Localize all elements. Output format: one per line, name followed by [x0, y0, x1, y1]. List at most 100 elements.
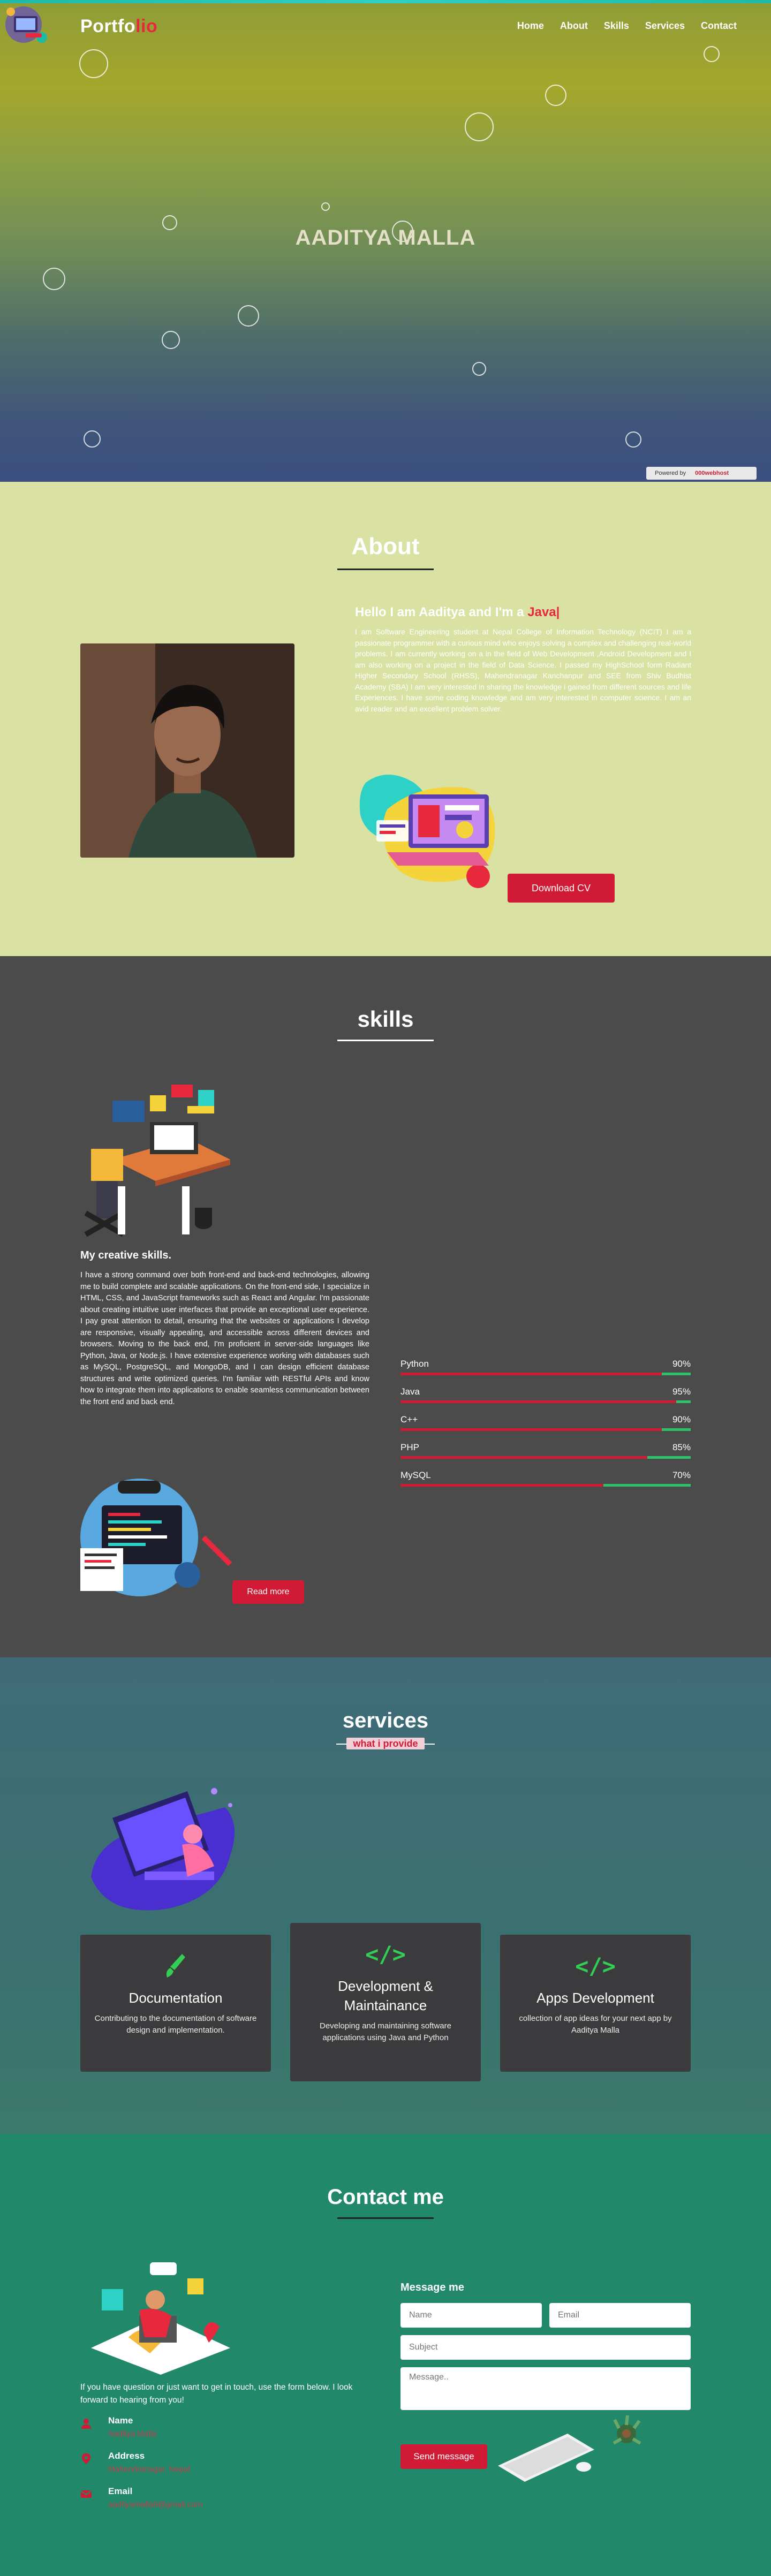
brand-part1: Portfo [80, 16, 136, 36]
bubble [465, 112, 494, 141]
skill-percent: 90% [672, 1359, 691, 1369]
skill-fill [400, 1456, 647, 1459]
nav-link-contact[interactable]: Contact [701, 20, 737, 32]
service-card-title: Apps Development [536, 1990, 654, 2006]
skill-bar: C++ 90% [400, 1414, 691, 1442]
bubble [238, 305, 259, 327]
coding-illustration-icon [80, 1479, 232, 1596]
skill-name: Python [400, 1359, 429, 1369]
services-tag: what i provide [336, 1738, 435, 1751]
skill-fill [400, 1428, 662, 1431]
name-input[interactable] [400, 2303, 542, 2328]
hero-section: AADITYA MALLA Powered by 000webhost [0, 0, 771, 482]
about-section: About Hello I am Aaditya and I'm a Java|… [0, 482, 771, 956]
bubble [162, 331, 180, 349]
skill-name: C++ [400, 1414, 418, 1425]
tag-line-right [424, 1744, 435, 1745]
subject-input[interactable] [400, 2335, 691, 2360]
services-tag-label: what i provide [346, 1738, 425, 1749]
skill-bar: Java 95% [400, 1387, 691, 1414]
bubble [79, 49, 108, 78]
info-value: Aaditya Malla [108, 2429, 157, 2438]
about-hello: Hello I am Aaditya and I'm a Java| [355, 605, 560, 620]
skill-fill [400, 1400, 676, 1403]
developer-illustration-icon [359, 775, 495, 888]
person-icon [80, 643, 294, 858]
top-accent-line [0, 0, 771, 3]
info-label: Address [108, 2451, 145, 2461]
service-card-text: Developing and maintaining software appl… [320, 2021, 451, 2042]
brush-icon [93, 1952, 258, 1981]
skills-section: skills My creative skills. I have a stro… [0, 956, 771, 1657]
service-card-text: Contributing to the documentation of sof… [94, 2014, 257, 2035]
typed-role: Java| [527, 605, 560, 619]
service-card-development[interactable]: </> Development & Maintainance Developin… [290, 1923, 481, 2081]
skill-track [400, 1373, 691, 1375]
bubble [321, 202, 330, 211]
powered-label: Powered by [655, 470, 686, 476]
skill-name: PHP [400, 1442, 419, 1452]
skill-bar: Python 90% [400, 1359, 691, 1387]
about-title: About [351, 533, 420, 559]
brand-logo[interactable]: Portfolio [80, 16, 157, 37]
read-more-button[interactable]: Read more [232, 1580, 304, 1604]
contact-title: Contact me [327, 2185, 444, 2209]
brand-part2: lio [135, 16, 158, 36]
workspace-illustration-icon [84, 1085, 230, 1237]
code-icon: </> [365, 1941, 406, 1967]
skill-bar: PHP 85% [400, 1442, 691, 1470]
bubble [84, 430, 101, 448]
code-icon: </> [575, 1953, 616, 1979]
user-icon [81, 2419, 91, 2429]
skills-title: skills [357, 1006, 414, 1032]
skill-name: MySQL [400, 1470, 431, 1480]
send-message-button[interactable]: Send message [400, 2444, 487, 2469]
skills-title-underline [337, 1040, 434, 1041]
service-card-apps[interactable]: </> Apps Development collection of app i… [500, 1935, 691, 2072]
nav-link-services[interactable]: Services [645, 20, 685, 32]
contact-info-address: Address Mahendranagar, Nepal [80, 2451, 348, 2483]
service-card-documentation[interactable]: Documentation Contributing to the docume… [80, 1935, 271, 2072]
nav-link-home[interactable]: Home [517, 20, 544, 32]
nav-link-about[interactable]: About [560, 20, 588, 32]
contact-illustration-icon [91, 2262, 230, 2375]
service-card-text: collection of app ideas for your next ap… [519, 2014, 672, 2035]
skill-percent: 95% [672, 1387, 691, 1397]
about-text: I am Software Engineering student at Nep… [355, 627, 691, 713]
profile-photo [80, 643, 294, 858]
mail-icon [80, 2490, 92, 2498]
skill-percent: 90% [672, 1414, 691, 1425]
bubble [625, 431, 641, 448]
contact-info-email: Email aadityamalla9@gmail.com [80, 2486, 348, 2518]
info-label: Email [108, 2486, 133, 2496]
tag-line-left [336, 1744, 347, 1745]
service-card-title: Development & Maintainance [338, 1978, 433, 2013]
nav-link-skills[interactable]: Skills [604, 20, 629, 32]
keyboard-mouse-plant-icon [498, 2415, 641, 2482]
bubble [472, 362, 486, 376]
skill-track [400, 1456, 691, 1459]
info-value: Mahendranagar, Nepal [108, 2465, 190, 2474]
email-input[interactable] [549, 2303, 691, 2328]
logo-decoration-icon [5, 6, 47, 43]
powered-by-badge[interactable]: Powered by 000webhost [646, 467, 757, 480]
skill-bar: MySQL 70% [400, 1470, 691, 1498]
laptop-illustration-icon [91, 1788, 235, 1911]
bubble [43, 268, 65, 290]
contact-section: Contact me If you have question or just … [0, 2134, 771, 2576]
powered-brand: 000webhost [695, 470, 729, 476]
hero-name: AADITYA MALLA [295, 226, 476, 249]
skills-subtitle: My creative skills. [80, 1249, 172, 1261]
services-title: services [342, 1709, 429, 1732]
skill-percent: 85% [672, 1442, 691, 1452]
skill-track [400, 1400, 691, 1403]
download-cv-button[interactable]: Download CV [508, 874, 615, 903]
info-value[interactable]: aadityamalla9@gmail.com [108, 2500, 202, 2509]
message-textarea[interactable] [400, 2367, 691, 2410]
contact-lead: If you have question or just want to get… [80, 2383, 353, 2405]
skills-description: I have a strong command over both front-… [80, 1271, 369, 1406]
skill-name: Java [400, 1387, 420, 1397]
skill-bars: Python 90% Java 95% C++ 90% PHP 85% MySQL 70% [400, 1359, 691, 1498]
skill-fill [400, 1484, 604, 1487]
services-section: services what i provide Documentation Co… [0, 1657, 771, 2134]
